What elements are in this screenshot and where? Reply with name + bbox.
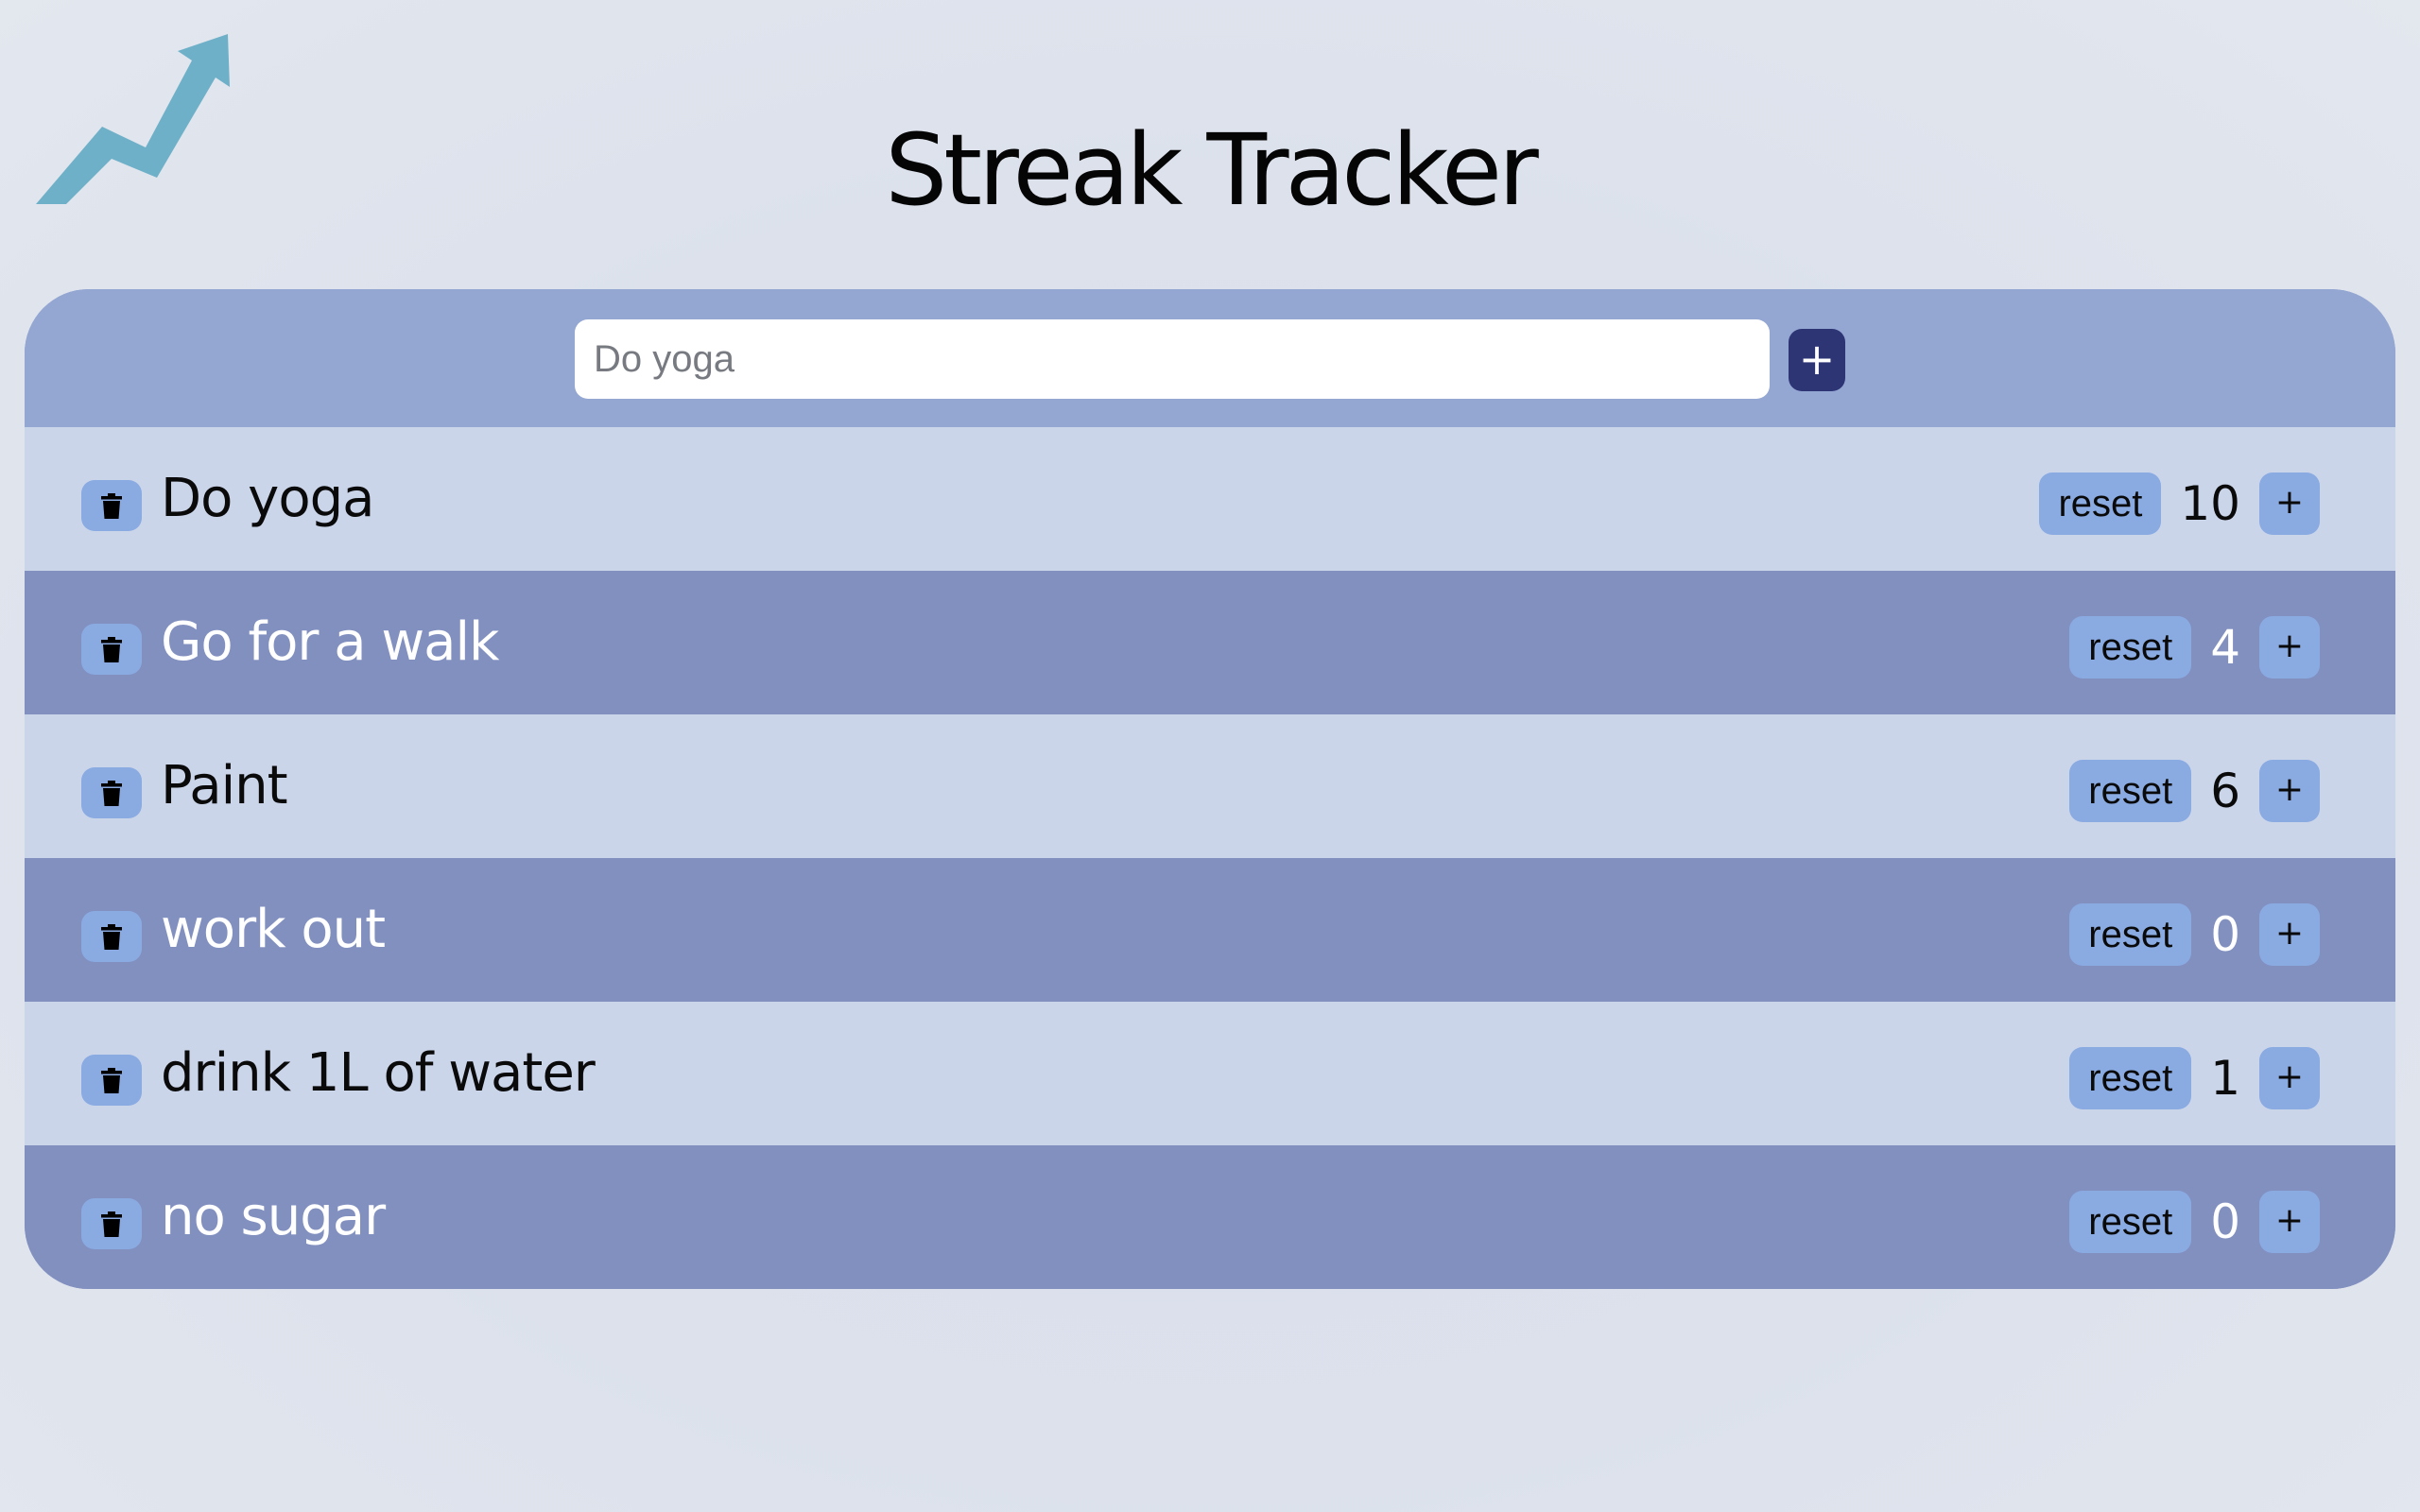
reset-button[interactable]: reset (2069, 1047, 2192, 1109)
habit-controls: reset 6 + (2069, 760, 2320, 822)
habit-row: no sugar reset 0 + (25, 1145, 2395, 1289)
increment-streak-button[interactable]: + (2259, 760, 2320, 822)
reset-button[interactable]: reset (2069, 1191, 2192, 1253)
increment-streak-button[interactable]: + (2259, 616, 2320, 679)
habit-controls: reset 0 + (2069, 903, 2320, 966)
habit-name: work out (161, 899, 386, 960)
reset-button[interactable]: reset (2039, 472, 2162, 535)
trash-icon (101, 637, 122, 662)
habit-name: Do yoga (161, 468, 374, 529)
habit-row: drink 1L of water reset 1 + (25, 1002, 2395, 1145)
habit-row: Do yoga reset 10 + (25, 427, 2395, 571)
increment-streak-button[interactable]: + (2259, 1047, 2320, 1109)
delete-habit-button[interactable] (81, 911, 142, 962)
streak-count: 1 (2210, 1051, 2240, 1106)
streak-count: 10 (2180, 476, 2240, 531)
reset-button[interactable]: reset (2069, 616, 2192, 679)
streak-count: 0 (2210, 907, 2240, 962)
habit-controls: reset 10 + (2039, 472, 2320, 535)
trash-icon (101, 1068, 122, 1093)
reset-button[interactable]: reset (2069, 760, 2192, 822)
streak-count: 4 (2210, 620, 2240, 675)
delete-habit-button[interactable] (81, 1198, 142, 1249)
delete-habit-button[interactable] (81, 1055, 142, 1106)
delete-habit-button[interactable] (81, 480, 142, 531)
trash-icon (101, 1211, 122, 1237)
new-habit-input[interactable] (575, 319, 1770, 399)
habit-controls: reset 0 + (2069, 1191, 2320, 1253)
habit-controls: reset 1 + (2069, 1047, 2320, 1109)
add-habit-bar: + (25, 289, 2395, 427)
increment-streak-button[interactable]: + (2259, 472, 2320, 535)
habit-panel: + Do yoga reset 10 + (25, 289, 2395, 1289)
reset-button[interactable]: reset (2069, 903, 2192, 966)
habit-controls: reset 4 + (2069, 616, 2320, 679)
increment-streak-button[interactable]: + (2259, 903, 2320, 966)
streak-count: 6 (2210, 764, 2240, 818)
trash-icon (101, 781, 122, 806)
habit-name: Go for a walk (161, 611, 499, 673)
increment-streak-button[interactable]: + (2259, 1191, 2320, 1253)
habit-row: Go for a walk reset 4 + (25, 571, 2395, 714)
habit-row: work out reset 0 + (25, 858, 2395, 1002)
habit-list: Do yoga reset 10 + Go for a walk reset 4… (25, 427, 2395, 1289)
delete-habit-button[interactable] (81, 624, 142, 675)
habit-name: Paint (161, 755, 288, 816)
delete-habit-button[interactable] (81, 767, 142, 818)
trash-icon (101, 493, 122, 519)
habit-name: no sugar (161, 1186, 386, 1247)
habit-row: Paint reset 6 + (25, 714, 2395, 858)
streak-count: 0 (2210, 1194, 2240, 1249)
page-title: Streak Tracker (885, 112, 1538, 228)
trash-icon (101, 924, 122, 950)
add-habit-button[interactable]: + (1789, 329, 1845, 391)
habit-name: drink 1L of water (161, 1042, 596, 1104)
